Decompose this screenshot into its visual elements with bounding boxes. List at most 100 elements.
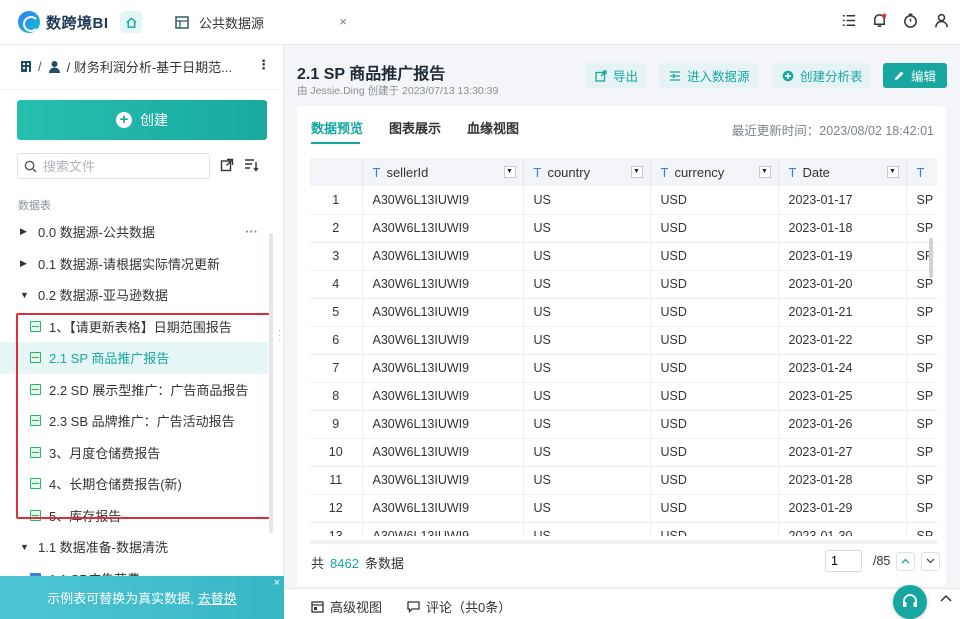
column-header[interactable]: Tcurrency ▼ xyxy=(650,158,779,186)
person-icon[interactable] xyxy=(48,60,61,73)
tree-item-label: 0.0 数据源-公共数据 xyxy=(38,225,156,241)
create-analysis-button[interactable]: 创建分析表 xyxy=(772,63,870,88)
edit-button[interactable]: 编辑 xyxy=(883,63,947,88)
table-cell: US xyxy=(523,354,651,383)
grid-horizontal-scrollbar[interactable] xyxy=(310,540,937,544)
tab-close-icon[interactable]: × xyxy=(339,14,347,29)
column-header[interactable]: TcampaignName xyxy=(906,158,937,186)
banner-close-icon[interactable]: × xyxy=(274,577,280,589)
table-row[interactable]: 5 A30W6L13IUWI9 US USD 2023-01-21 SP xyxy=(310,298,937,327)
text-type-icon: T xyxy=(916,164,925,180)
highlight-box xyxy=(16,313,272,519)
column-header[interactable]: TsellerId ▼ xyxy=(362,158,524,186)
row-index: 5 xyxy=(310,298,363,327)
open-external-icon[interactable] xyxy=(220,158,234,172)
support-chat-button[interactable] xyxy=(893,585,927,619)
advanced-view-button[interactable]: 高级视图 xyxy=(311,597,382,616)
pager: /85 xyxy=(825,550,941,572)
sidebar-scrollbar[interactable] xyxy=(269,233,273,533)
row-index: 11 xyxy=(310,466,363,495)
column-dropdown-icon[interactable]: ▼ xyxy=(630,166,643,178)
list-icon[interactable] xyxy=(840,12,857,29)
sidebar: / / 财务利润分析-基于日期范... ⋮ + 创建 数据表 ▶ 0.0 数据源… xyxy=(0,45,284,619)
tab-public-datasource[interactable]: 公共数据源 × xyxy=(165,0,355,45)
table-cell: A30W6L13IUWI9 xyxy=(362,466,524,495)
column-header-label: sellerId xyxy=(386,164,429,180)
more-icon[interactable]: ⋮ xyxy=(257,57,270,73)
table-cell: A30W6L13IUWI9 xyxy=(362,270,524,299)
more-actions-icon[interactable]: ··· xyxy=(245,224,258,239)
replace-link[interactable]: 去替换 xyxy=(198,588,237,607)
enter-datasource-button[interactable]: 进入数据源 xyxy=(659,63,758,88)
page-input[interactable] xyxy=(825,550,862,572)
table-cell: USD xyxy=(650,410,779,439)
table-row[interactable]: 9 A30W6L13IUWI9 US USD 2023-01-26 SP xyxy=(310,410,937,439)
table-cell: 2023-01-26 xyxy=(778,410,907,439)
table-cell: US xyxy=(523,186,651,215)
tree-folder[interactable]: ▼ 0.2 数据源-亚马逊数据 xyxy=(0,279,268,311)
tab-lineage-view[interactable]: 血缘视图 xyxy=(467,118,519,137)
search-input[interactable] xyxy=(43,158,203,174)
column-dropdown-icon[interactable]: ▼ xyxy=(886,166,899,178)
table-cell: SP xyxy=(906,298,937,327)
table-cell: SP xyxy=(906,354,937,383)
app-logo[interactable]: 数跨境BI xyxy=(18,11,118,33)
column-header[interactable]: T Date ▼ xyxy=(778,158,907,186)
prev-page-button[interactable] xyxy=(896,551,916,571)
home-button[interactable] xyxy=(120,11,142,33)
table-cell: 2023-01-29 xyxy=(778,494,907,523)
table-cell: A30W6L13IUWI9 xyxy=(362,382,524,411)
tree-folder[interactable]: ▼ 1.1 数据准备-数据清洗 xyxy=(0,531,268,563)
table-cell: 2023-01-24 xyxy=(778,354,907,383)
column-dropdown-icon[interactable]: ▼ xyxy=(503,166,516,178)
table-cell: SP xyxy=(906,438,937,467)
table-cell: 2023-01-21 xyxy=(778,298,907,327)
table-row[interactable]: 10 A30W6L13IUWI9 US USD 2023-01-27 SP xyxy=(310,438,937,467)
table-row[interactable]: 12 A30W6L13IUWI9 US USD 2023-01-29 SP xyxy=(310,494,937,523)
window-icon xyxy=(311,600,324,613)
table-cell: US xyxy=(523,466,651,495)
table-row[interactable]: 6 A30W6L13IUWI9 US USD 2023-01-22 SP xyxy=(310,326,937,355)
table-cell: 2023-01-25 xyxy=(778,382,907,411)
text-type-icon: T xyxy=(372,164,381,180)
resize-handle[interactable]: · · · xyxy=(278,326,281,346)
column-header[interactable]: Tcountry ▼ xyxy=(523,158,651,186)
table-cell: US xyxy=(523,298,651,327)
table-row[interactable]: 4 A30W6L13IUWI9 US USD 2023-01-20 SP xyxy=(310,270,937,299)
comments-button[interactable]: 评论（共0条） xyxy=(407,597,511,616)
table-cell: 2023-01-27 xyxy=(778,438,907,467)
grid-vertical-scrollbar[interactable] xyxy=(929,238,933,278)
building-icon[interactable] xyxy=(20,60,32,73)
table-row[interactable]: 11 A30W6L13IUWI9 US USD 2023-01-28 SP xyxy=(310,466,937,495)
column-header-index xyxy=(310,158,363,186)
row-index: 7 xyxy=(310,354,363,383)
table-cell: 2023-01-19 xyxy=(778,242,907,271)
breadcrumb-current[interactable]: / 财务利润分析-基于日期范... xyxy=(67,57,232,76)
tree-folder[interactable]: ▶ 0.1 数据源-请根据实际情况更新 xyxy=(0,248,268,280)
comment-icon xyxy=(407,600,420,613)
table-row[interactable]: 2 A30W6L13IUWI9 US USD 2023-01-18 SP xyxy=(310,214,937,243)
table-cell: A30W6L13IUWI9 xyxy=(362,214,524,243)
table-row[interactable]: 7 A30W6L13IUWI9 US USD 2023-01-24 SP xyxy=(310,354,937,383)
divider xyxy=(0,89,283,90)
column-dropdown-icon[interactable]: ▼ xyxy=(758,166,771,178)
user-icon[interactable] xyxy=(933,12,950,29)
table-row[interactable]: 1 A30W6L13IUWI9 US USD 2023-01-17 SP xyxy=(310,186,937,215)
table-row[interactable]: 8 A30W6L13IUWI9 US USD 2023-01-25 SP xyxy=(310,382,937,411)
timer-icon[interactable] xyxy=(902,12,919,29)
bell-icon[interactable] xyxy=(871,12,888,29)
text-type-icon: T xyxy=(660,164,669,180)
tab-data-preview[interactable]: 数据预览 xyxy=(311,118,363,137)
export-button[interactable]: 导出 xyxy=(585,63,646,88)
table-cell: US xyxy=(523,270,651,299)
table-row[interactable]: 3 A30W6L13IUWI9 US USD 2023-01-19 SP xyxy=(310,242,937,271)
sort-icon[interactable] xyxy=(244,158,260,172)
tab-chart-view[interactable]: 图表展示 xyxy=(389,118,441,137)
table-row[interactable]: 13 A30W6L13IUWI9 US USD 2023-01-30 SP xyxy=(310,522,937,536)
tree-folder[interactable]: ▶ 0.0 数据源-公共数据 ··· xyxy=(0,216,268,248)
next-page-button[interactable] xyxy=(921,551,941,571)
create-button[interactable]: + 创建 xyxy=(17,100,267,140)
caret-right-icon: ▶ xyxy=(20,226,27,237)
table-cell: SP xyxy=(906,382,937,411)
collapse-up-icon[interactable] xyxy=(940,594,952,602)
